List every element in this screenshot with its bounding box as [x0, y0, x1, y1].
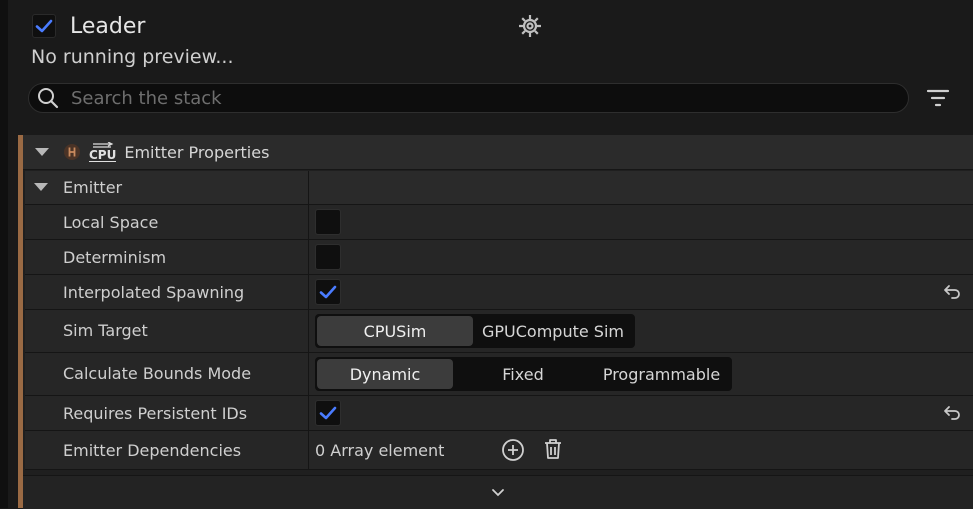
accent-bar	[18, 135, 23, 508]
reset-icon[interactable]	[942, 282, 962, 302]
trash-icon[interactable]	[541, 437, 565, 461]
bounds-mode-option-dynamic[interactable]: Dynamic	[317, 359, 453, 389]
property-label: Local Space	[63, 213, 159, 232]
reset-icon[interactable]	[942, 403, 962, 423]
section-header[interactable]: CPU Emitter Properties	[23, 135, 973, 170]
property-label: Requires Persistent IDs	[63, 404, 248, 423]
column-divider	[308, 431, 309, 469]
checkmark-icon	[319, 285, 337, 299]
property-row-sim-target: Sim Target CPUSim GPUCompute Sim	[25, 310, 973, 353]
left-edge-strip	[0, 0, 8, 508]
chevron-down-icon[interactable]	[490, 485, 506, 501]
property-label: Emitter Dependencies	[63, 441, 242, 460]
property-row-emitter-dependencies: Emitter Dependencies 0 Array element	[25, 431, 973, 470]
property-label: Interpolated Spawning	[63, 283, 245, 302]
column-divider	[308, 205, 309, 239]
preview-status: No running preview...	[31, 46, 234, 68]
gear-icon[interactable]	[516, 12, 544, 40]
emitter-header: Leader	[32, 12, 145, 40]
column-divider	[308, 240, 309, 274]
checkmark-icon	[319, 406, 337, 420]
cpu-badge-icon: CPU	[89, 142, 117, 162]
property-label: Determinism	[63, 248, 167, 267]
emitter-properties-panel: CPU Emitter Properties Emitter Local Spa…	[18, 135, 973, 509]
panel-footer	[23, 475, 973, 509]
cpu-badge-label: CPU	[89, 148, 117, 162]
category-label: Emitter	[63, 178, 123, 197]
property-row-calculate-bounds-mode: Calculate Bounds Mode Dynamic Fixed Prog…	[25, 353, 973, 396]
checkmark-icon	[35, 19, 53, 33]
column-divider	[308, 396, 309, 430]
collapse-triangle-icon[interactable]	[35, 148, 49, 156]
section-title: Emitter Properties	[124, 142, 270, 162]
emitter-enabled-checkbox[interactable]	[32, 14, 56, 38]
bounds-mode-selector[interactable]: Dynamic Fixed Programmable	[315, 357, 732, 391]
property-label: Sim Target	[63, 321, 148, 340]
bounds-mode-option-programmable[interactable]: Programmable	[593, 359, 730, 389]
search-bar[interactable]	[28, 83, 909, 113]
sim-target-selector[interactable]: CPUSim GPUCompute Sim	[315, 314, 635, 348]
collapse-triangle-icon[interactable]	[34, 183, 48, 191]
sim-target-option-gpucompute[interactable]: GPUCompute Sim	[473, 316, 633, 346]
requires-persistent-ids-checkbox[interactable]	[315, 400, 341, 426]
local-space-checkbox[interactable]	[315, 209, 341, 235]
array-count-label: 0 Array element	[315, 441, 445, 460]
property-row-determinism: Determinism	[25, 240, 973, 275]
emitter-title: Leader	[70, 13, 146, 39]
search-input[interactable]	[69, 86, 873, 110]
property-label: Calculate Bounds Mode	[63, 364, 252, 383]
property-row-interpolated-spawning: Interpolated Spawning	[25, 275, 973, 310]
category-row-emitter[interactable]: Emitter	[25, 171, 973, 205]
bounds-mode-option-fixed[interactable]: Fixed	[453, 359, 593, 389]
search-icon	[38, 88, 59, 109]
column-divider	[308, 310, 309, 352]
determinism-checkbox[interactable]	[315, 244, 341, 270]
interpolated-spawning-checkbox[interactable]	[315, 279, 341, 305]
emitter-state-icon	[64, 144, 80, 160]
property-row-local-space: Local Space	[25, 205, 973, 240]
column-divider	[308, 171, 309, 204]
column-divider	[308, 275, 309, 309]
add-icon[interactable]	[501, 438, 525, 462]
column-divider	[308, 353, 309, 395]
filter-icon[interactable]	[926, 86, 950, 110]
property-rows: Emitter Local Space Determinism Interpol…	[25, 171, 973, 470]
property-row-requires-persistent-ids: Requires Persistent IDs	[25, 396, 973, 431]
sim-target-option-cpusim[interactable]: CPUSim	[317, 316, 473, 346]
